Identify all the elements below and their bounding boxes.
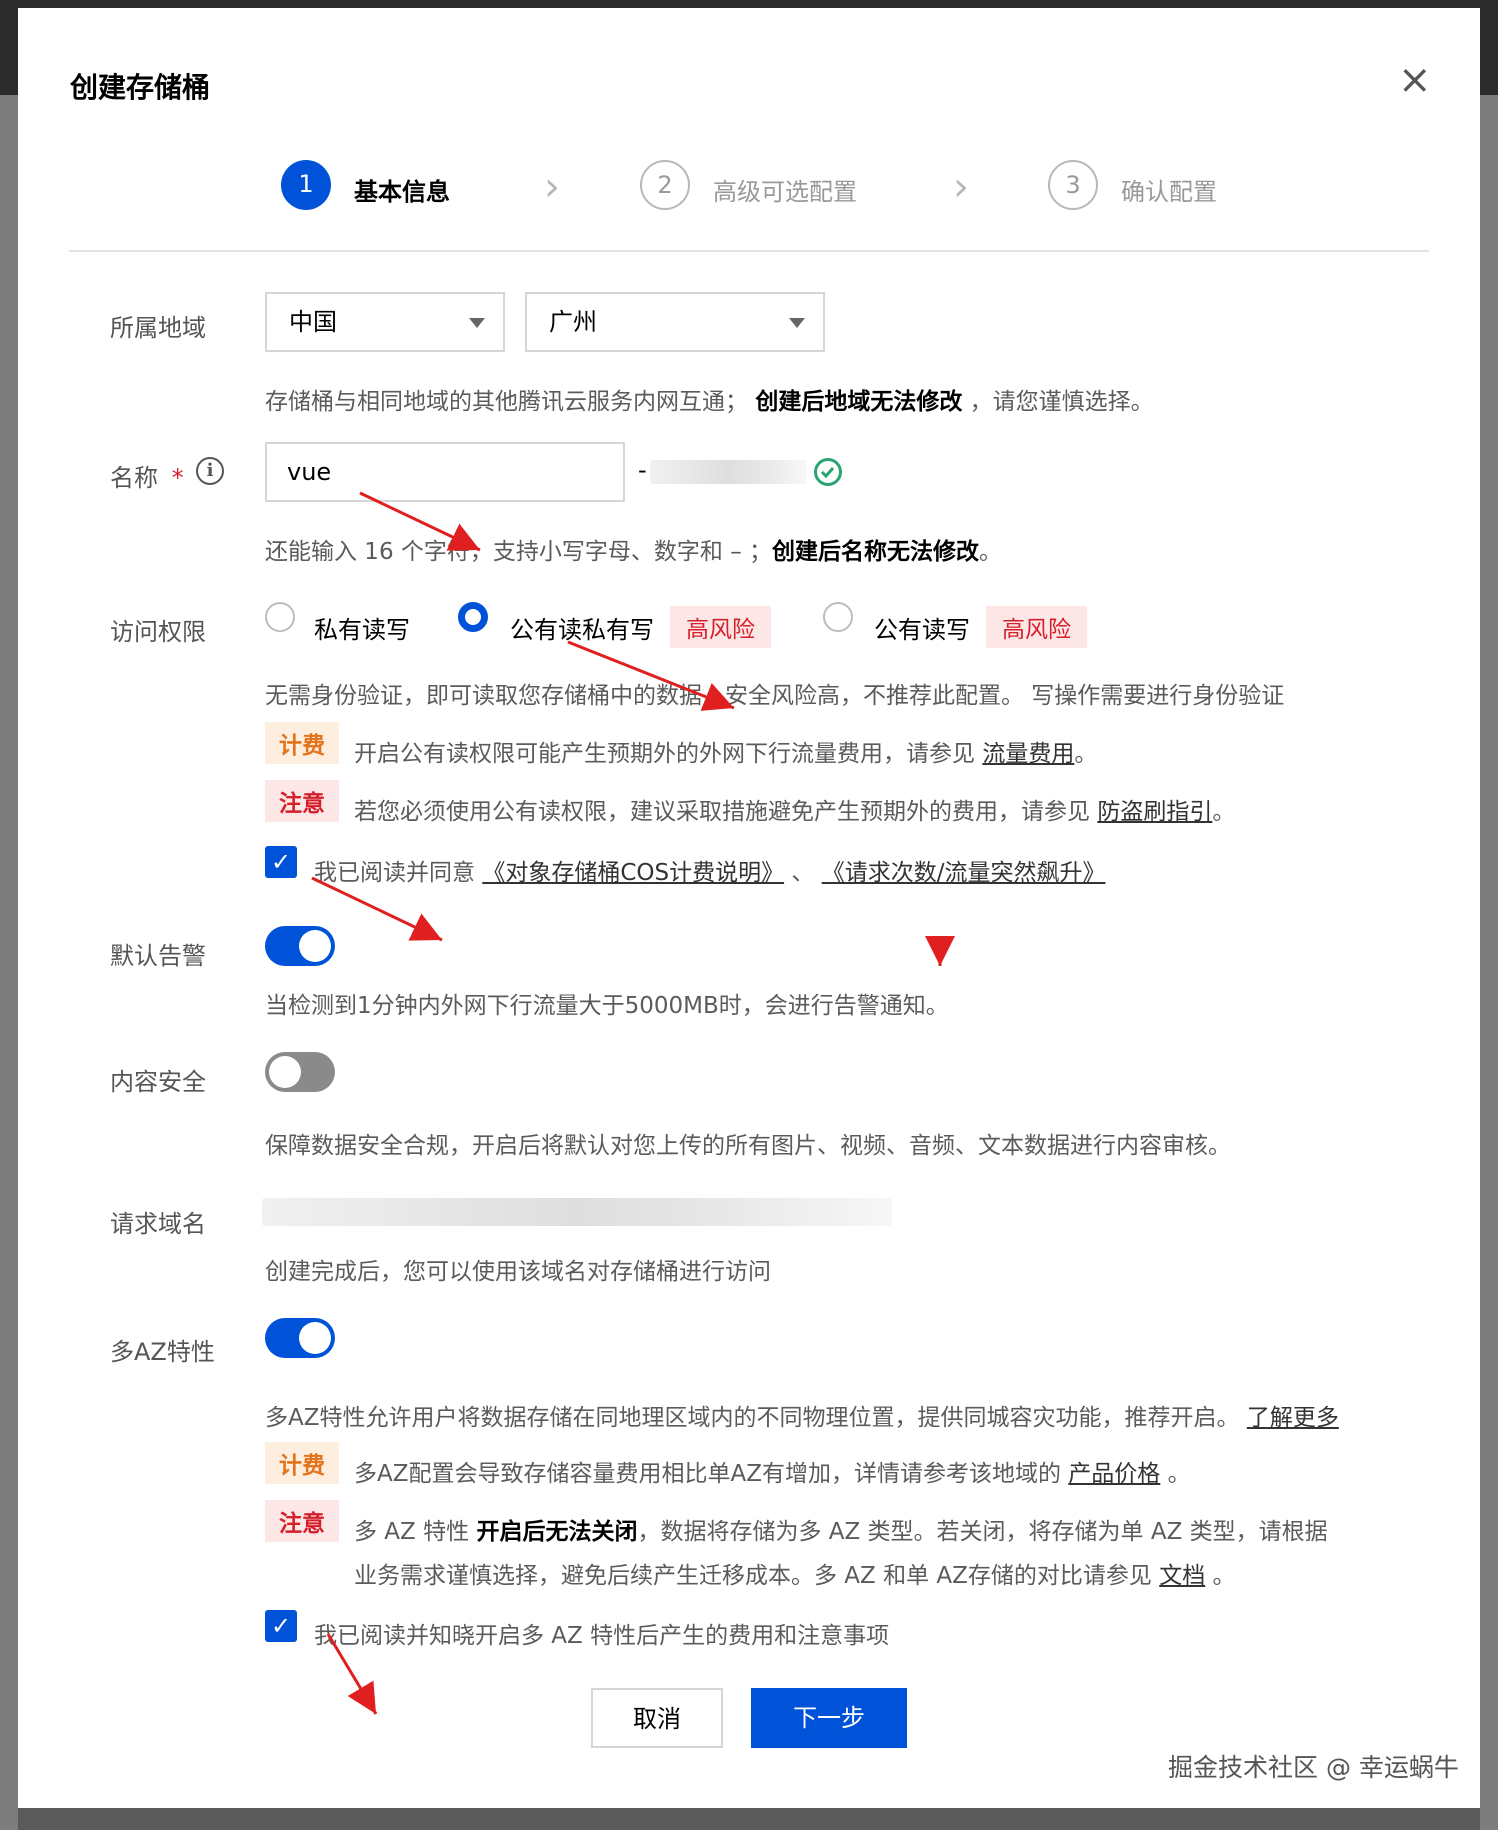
create-bucket-dialog: 创建存储桶 × 1 基本信息 › 2 高级可选配置 › 3 确认配置 所属地域 … — [18, 8, 1480, 1808]
background-right — [1480, 95, 1498, 1830]
background-left — [0, 95, 18, 1830]
annotation-arrows — [311, 491, 955, 1715]
